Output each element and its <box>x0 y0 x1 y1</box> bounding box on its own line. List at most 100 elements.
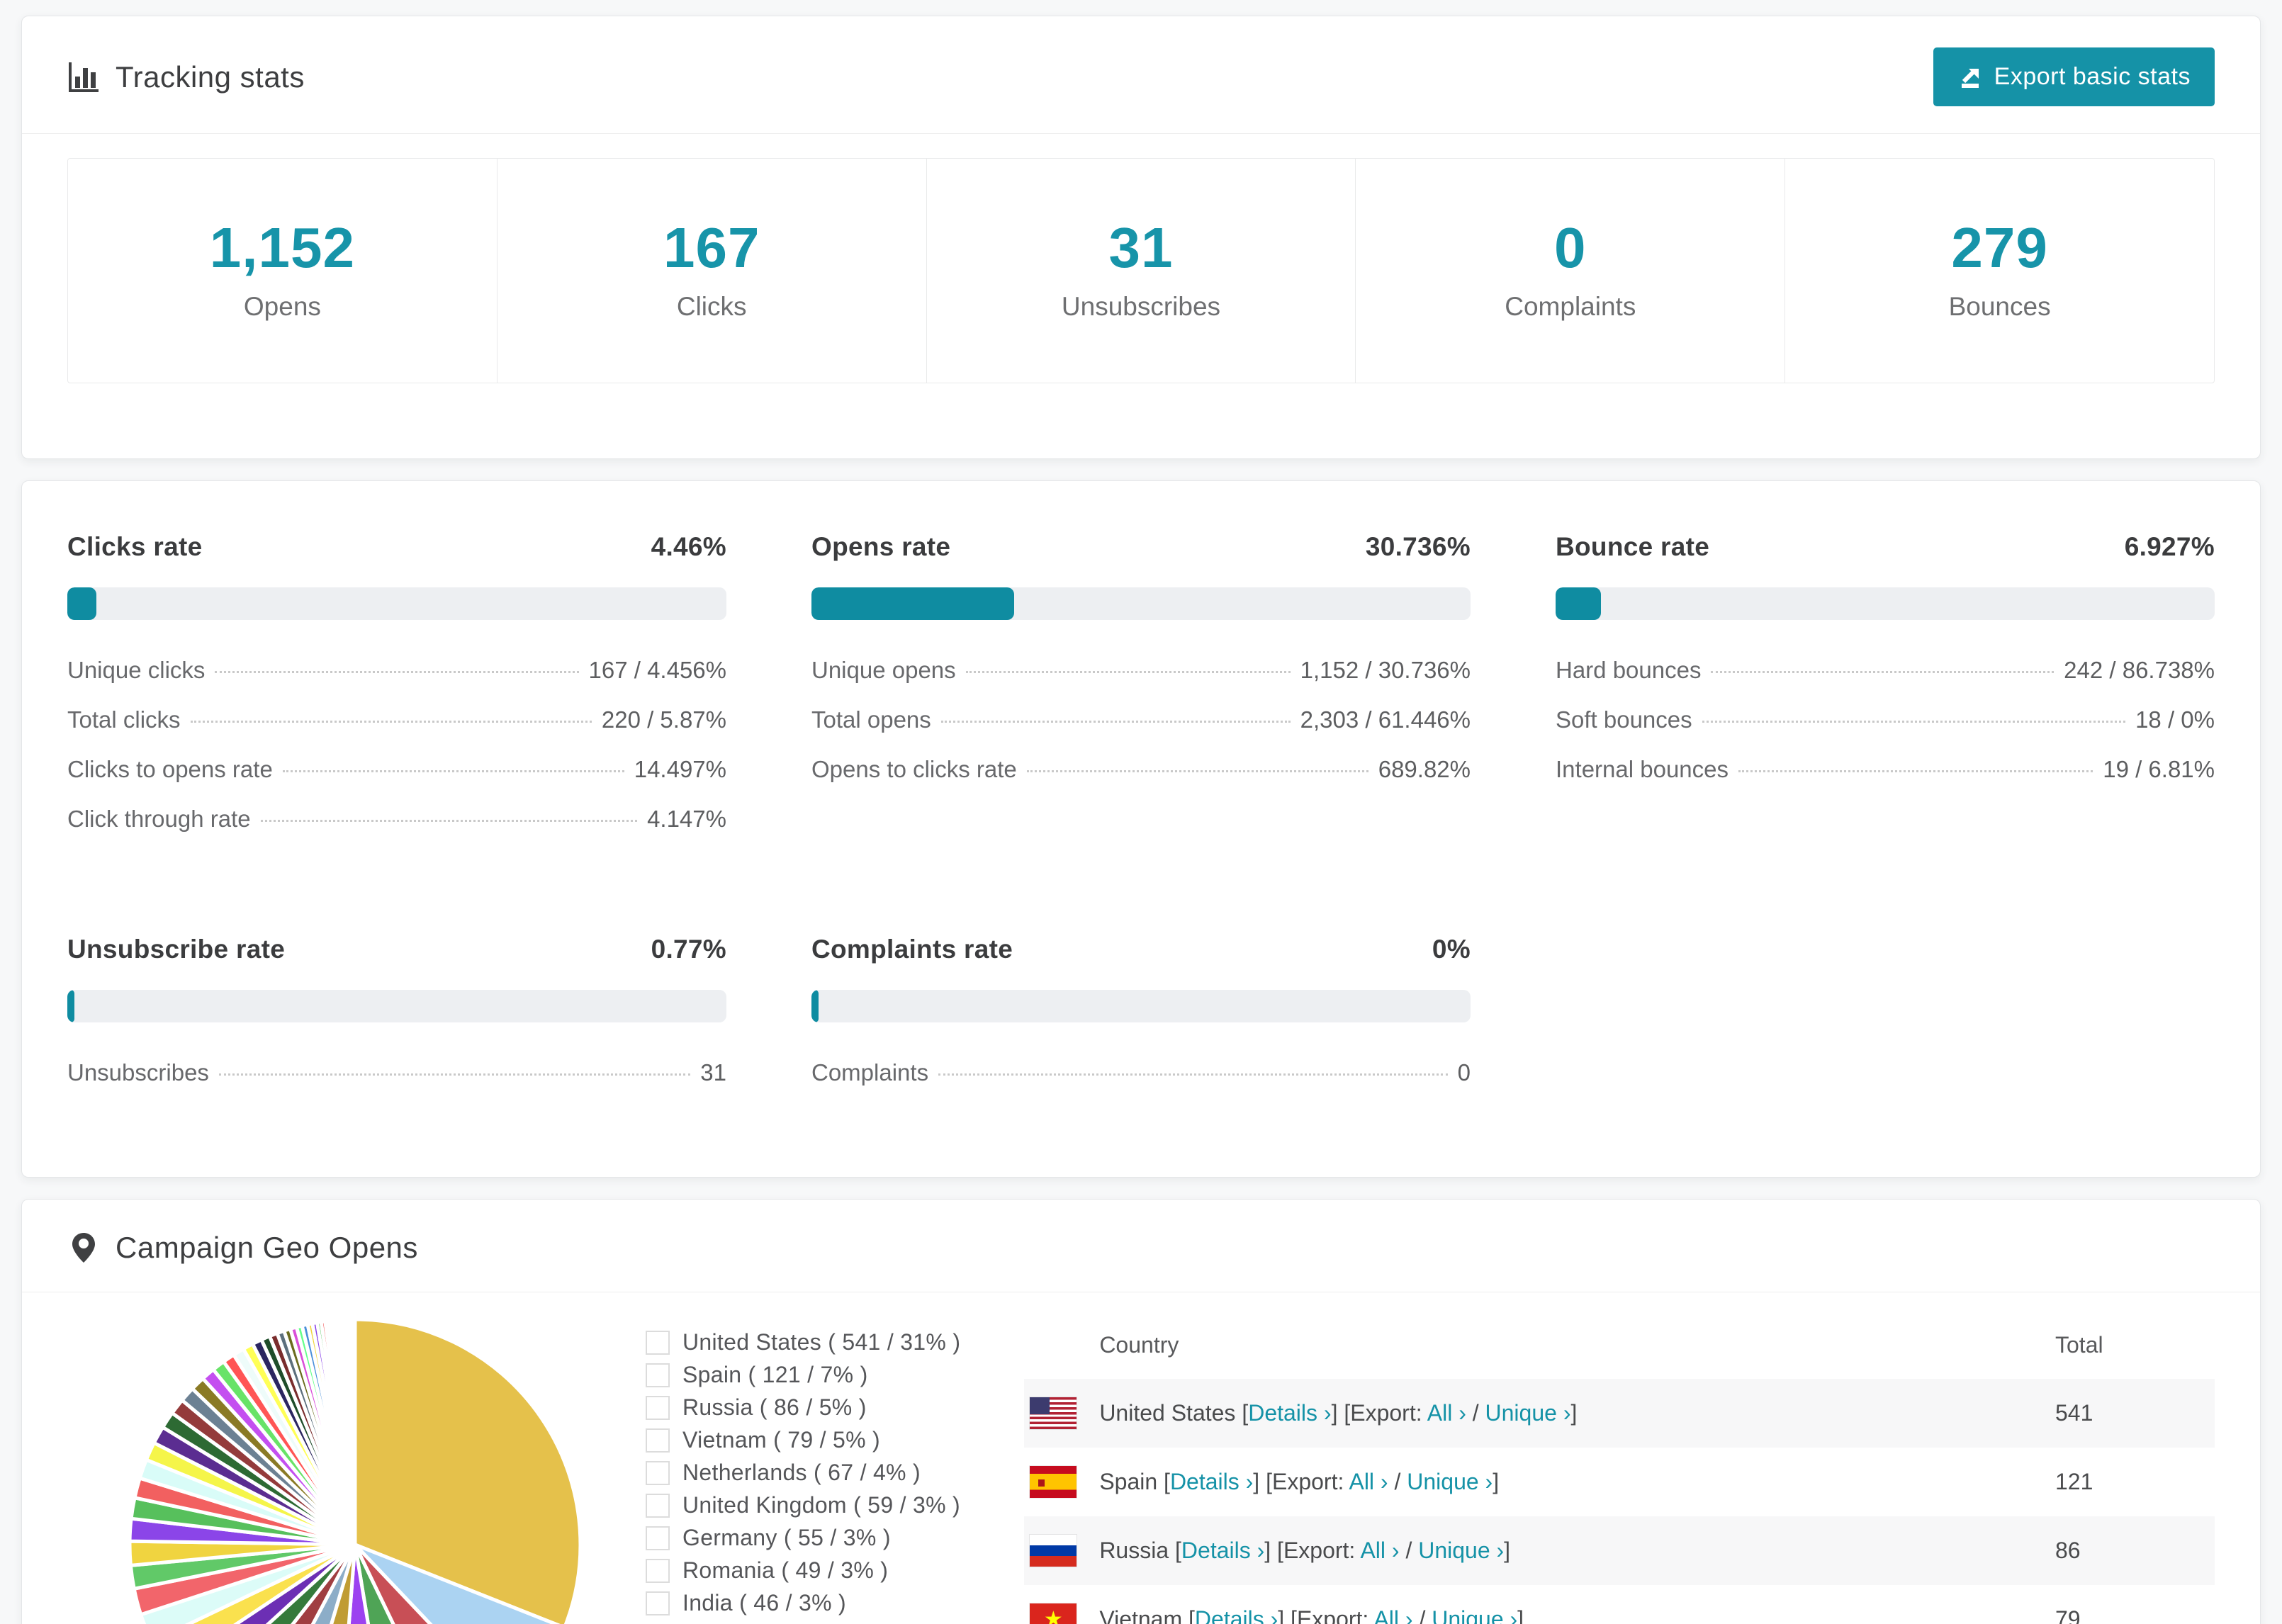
stat-complaints: 0 Complaints <box>1356 159 1786 383</box>
export-icon <box>1961 68 1979 88</box>
dotted-leader <box>938 1073 1448 1076</box>
details-link[interactable]: Details › <box>1248 1400 1331 1426</box>
legend-item-romania: Romania ( 49 / 3% ) <box>646 1557 960 1584</box>
dotted-leader <box>940 721 1291 723</box>
dotted-leader <box>1738 770 2093 772</box>
rate-stat-row: Hard bounces 242 / 86.738% <box>1556 657 2215 684</box>
rate-stat-label: Total opens <box>811 706 931 733</box>
rate-stat-value: 14.497% <box>634 756 726 782</box>
rate-rows: Hard bounces 242 / 86.738% Soft bounces … <box>1556 657 2215 783</box>
export-all-link[interactable]: All › <box>1349 1469 1388 1494</box>
progress-bar-fill <box>1556 587 1602 620</box>
rate-title: Bounce rate <box>1556 532 1710 561</box>
rate-stat-value: 2,303 / 61.446% <box>1300 706 1471 733</box>
rate-stat-label: Total clicks <box>67 706 181 733</box>
stat-opens: 1,152 Opens <box>68 159 498 383</box>
geo-legend: United States ( 541 / 31% ) Spain ( 121 … <box>646 1329 960 1624</box>
legend-swatch <box>646 1591 670 1615</box>
legend-swatch <box>646 1526 670 1550</box>
rate-head: Opens rate 30.736% <box>811 532 1471 562</box>
tracking-stats-title: Tracking stats <box>67 60 305 94</box>
details-link[interactable]: Details › <box>1181 1538 1264 1563</box>
rate-rows: Complaints 0 <box>811 1059 1471 1086</box>
stat-value: 1,152 <box>209 216 355 279</box>
rate-stat-row: Opens to clicks rate 689.82% <box>811 756 1471 783</box>
dotted-leader <box>1702 721 2126 723</box>
rate-stat-label: Click through rate <box>67 806 251 832</box>
rates-card: Clicks rate 4.46% Unique clicks 167 / 4.… <box>21 480 2261 1178</box>
legend-swatch <box>646 1363 670 1387</box>
rates-grid: Clicks rate 4.46% Unique clicks 167 / 4.… <box>22 481 2260 1177</box>
country-cell: Spain [Details ›] [Export: All › / Uniqu… <box>1099 1469 1500 1494</box>
rate-stat-value: 0 <box>1457 1059 1471 1086</box>
rate-stat-label: Unique clicks <box>67 657 206 683</box>
rate-section-complaints-rate: Complaints rate 0% Complaints 0 <box>811 935 1471 1109</box>
export-unique-link[interactable]: Unique › <box>1485 1400 1571 1426</box>
flag-cell: ★ <box>1024 1603 1099 1624</box>
rate-stat-value: 31 <box>700 1059 726 1086</box>
legend-swatch <box>646 1330 670 1355</box>
rate-title: Unsubscribe rate <box>67 935 286 964</box>
stat-value: 167 <box>663 216 760 279</box>
legend-swatch <box>646 1460 670 1485</box>
rate-stat-label: Clicks to opens rate <box>67 756 273 782</box>
legend-item-russia: Russia ( 86 / 5% ) <box>646 1394 960 1421</box>
rate-stat-row: Unique opens 1,152 / 30.736% <box>811 657 1471 684</box>
legend-swatch <box>646 1493 670 1518</box>
geo-title: Campaign Geo Opens <box>67 1231 418 1265</box>
geo-table: Country Total United States [Details ›] … <box>1024 1311 2215 1624</box>
total-cell: 541 <box>2055 1400 2093 1426</box>
country-cell: United States [Details ›] [Export: All ›… <box>1099 1400 1578 1426</box>
rate-value: 0.77% <box>651 935 726 964</box>
dotted-leader <box>215 671 579 673</box>
dotted-leader <box>190 721 592 723</box>
rate-stat-row: Unique clicks 167 / 4.456% <box>67 657 726 684</box>
rate-stat-row: Total clicks 220 / 5.87% <box>67 706 726 733</box>
details-link[interactable]: Details › <box>1195 1606 1278 1624</box>
tracking-stats-title-text: Tracking stats <box>116 60 305 94</box>
rate-stat-row: Internal bounces 19 / 6.81% <box>1556 756 2215 783</box>
export-all-link[interactable]: All › <box>1373 1606 1412 1624</box>
summary-stats-row: 1,152 Opens 167 Clicks 31 Unsubscribes 0 Co… <box>67 158 2215 383</box>
progress-bar-fill <box>811 990 819 1022</box>
progress-bar-fill <box>67 990 74 1022</box>
details-link[interactable]: Details › <box>1170 1469 1253 1494</box>
export-unique-link[interactable]: Unique › <box>1418 1538 1504 1563</box>
geo-pie-chart <box>121 1311 589 1624</box>
rate-head: Bounce rate 6.927% <box>1556 532 2215 562</box>
stat-label: Complaints <box>1505 292 1636 321</box>
stat-label: Clicks <box>676 292 747 321</box>
progress-bar-track <box>811 587 1471 620</box>
rate-stat-row: Complaints 0 <box>811 1059 1471 1086</box>
dotted-leader <box>260 820 638 822</box>
geo-table-row-us: United States [Details ›] [Export: All ›… <box>1024 1379 2215 1448</box>
progress-bar-track <box>811 990 1471 1022</box>
rate-stat-value: 4.147% <box>647 806 726 832</box>
country-cell: Vietnam [Details ›] [Export: All › / Uni… <box>1099 1606 2055 1624</box>
export-basic-stats-button[interactable]: Export basic stats <box>1933 47 2215 106</box>
rate-title: Clicks rate <box>67 532 203 561</box>
dotted-leader <box>965 671 1291 673</box>
geo-table-row-vn: ★ Vietnam [Details ›] [Export: All › / U… <box>1024 1585 2215 1624</box>
rate-rows: Unique clicks 167 / 4.456% Total clicks … <box>67 657 726 833</box>
geo-header: Campaign Geo Opens <box>22 1200 2260 1292</box>
rate-rows: Unsubscribes 31 <box>67 1059 726 1086</box>
tracking-stats-header: Tracking stats Export basic stats <box>22 16 2260 134</box>
geo-table-row-es: Spain [Details ›] [Export: All › / Uniqu… <box>1024 1448 2215 1516</box>
export-all-link[interactable]: All › <box>1360 1538 1399 1563</box>
rate-head: Clicks rate 4.46% <box>67 532 726 562</box>
progress-bar-track <box>67 990 726 1022</box>
stat-label: Bounces <box>1948 292 2051 321</box>
legend-label: Vietnam ( 79 / 5% ) <box>682 1427 881 1453</box>
rate-head: Complaints rate 0% <box>811 935 1471 964</box>
rate-stat-label: Soft bounces <box>1556 706 1692 733</box>
legend-label: Spain ( 121 / 7% ) <box>682 1362 868 1387</box>
export-unique-link[interactable]: Unique › <box>1407 1469 1493 1494</box>
geo-table-header-country: Country <box>1099 1331 1179 1358</box>
flag-cell <box>1024 1465 1099 1499</box>
rate-stat-label: Opens to clicks rate <box>811 756 1017 782</box>
export-all-link[interactable]: All › <box>1427 1400 1466 1426</box>
stat-value: 31 <box>1108 216 1174 279</box>
export-unique-link[interactable]: Unique › <box>1432 1606 1517 1624</box>
progress-bar-track <box>67 587 726 620</box>
